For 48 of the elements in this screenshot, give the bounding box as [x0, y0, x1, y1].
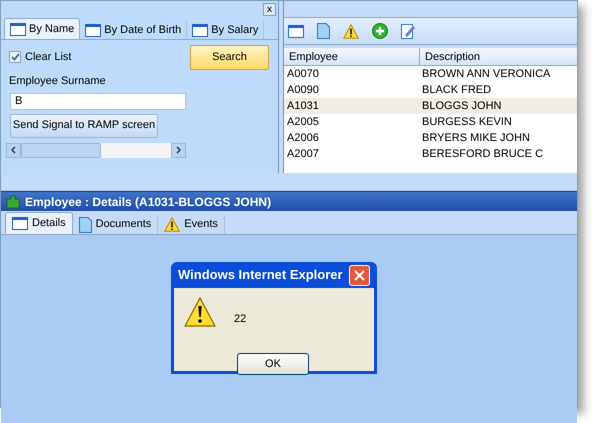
horizontal-scrollbar[interactable] [6, 142, 186, 158]
window-icon [85, 24, 102, 36]
window-icon [10, 22, 26, 36]
window-icon [12, 217, 28, 230]
table-cell-text: A0090 [286, 82, 320, 98]
table-cell-text: A0070 [286, 66, 320, 82]
checkbox-label: Clear List [25, 50, 72, 65]
close-button[interactable]: x [263, 3, 276, 16]
field-label: Employee Surname [9, 74, 107, 89]
table-cell-text: BLACK FRED [422, 82, 492, 98]
table-cell-text: BERESFORD BRUCE C [422, 146, 544, 162]
tab[interactable]: By Salary [187, 21, 264, 39]
add-icon [372, 23, 388, 39]
close-icon [354, 270, 365, 280]
window-icon [192, 24, 208, 36]
surname-field[interactable]: B [10, 92, 186, 110]
signal-button[interactable]: Send Signal to RAMP screen [10, 114, 158, 138]
table-cell-text: A1031 [286, 98, 320, 114]
document-icon [317, 23, 330, 39]
table-cell-text: A2006 [286, 130, 320, 146]
document-icon [78, 216, 92, 232]
table-row[interactable]: A1031 BLOGGS JOHN [284, 98, 577, 114]
warning-icon [343, 24, 359, 38]
checkbox[interactable] [9, 51, 21, 63]
table-cell-text: A2007 [286, 146, 320, 162]
tab[interactable]: By Date of Birth [80, 21, 188, 39]
table-cell-text: BROWN ANN VERONICA [422, 66, 550, 82]
table-cell-text: BURGESS KEVIN [422, 114, 512, 130]
window-icon [288, 24, 304, 38]
table-cell-text: A2005 [286, 114, 320, 130]
column-header[interactable]: Description [420, 48, 577, 65]
tab[interactable]: Documents [72, 215, 158, 234]
tab[interactable]: By Name [4, 18, 80, 39]
ok-button[interactable]: OK [237, 353, 309, 375]
warning-icon [164, 217, 180, 232]
tab[interactable]: Details [5, 212, 73, 234]
search-button[interactable]: Search [190, 45, 269, 70]
table-cell-text: BRYERS MIKE JOHN [422, 130, 530, 146]
puzzle-icon [5, 194, 21, 208]
edit-icon [401, 23, 416, 39]
column-header[interactable]: Employee [284, 48, 420, 65]
window-title: Employee : Details (A1031-BLOGGS JOHN) [25, 194, 272, 210]
table-cell-text: BLOGGS JOHN [422, 98, 502, 114]
dialog-message: 22 [234, 312, 246, 327]
dialog-title: Windows Internet Explorer [178, 266, 343, 284]
tab[interactable]: Events [158, 215, 225, 234]
warning-icon [184, 297, 216, 327]
close-button[interactable] [349, 264, 370, 286]
